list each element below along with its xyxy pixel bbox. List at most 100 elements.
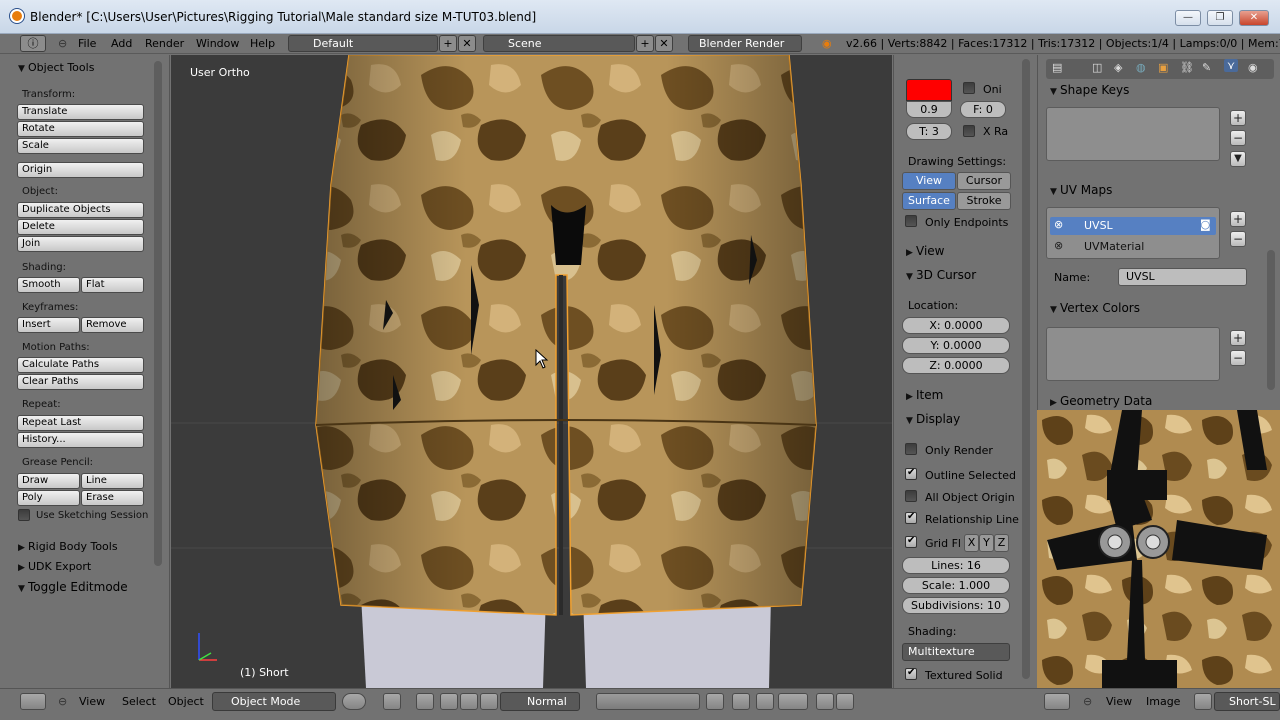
menu-view[interactable]: View (79, 695, 105, 708)
grid-y-toggle[interactable]: Y (979, 534, 994, 552)
scene-tab-icon[interactable]: ◈ (1114, 61, 1122, 74)
xray-checkbox[interactable] (963, 125, 975, 137)
modifiers-tab-icon[interactable]: ✎ (1202, 61, 1211, 74)
menu-window[interactable]: Window (196, 37, 239, 50)
camera-render-icon[interactable]: ◙ (1200, 218, 1211, 231)
only-render-checkbox[interactable] (905, 443, 917, 455)
relationship-line-checkbox[interactable] (905, 511, 917, 524)
sidebar-scrollbar[interactable] (1022, 59, 1030, 679)
add-layout-button[interactable]: + (439, 35, 457, 52)
origin-button[interactable]: Origin (17, 162, 144, 178)
history-button[interactable]: History... (17, 432, 144, 448)
uv-image-editor[interactable] (1037, 410, 1280, 688)
image-name-field[interactable]: Short-SL (1214, 692, 1280, 711)
draw-surface-button[interactable]: Surface (902, 192, 956, 210)
remove-vertex-color-button[interactable]: − (1230, 350, 1246, 366)
properties-scrollbar[interactable] (1267, 250, 1275, 390)
add-uv-map-button[interactable]: + (1230, 211, 1246, 227)
vertex-colors-header[interactable]: ▼ Vertex Colors (1050, 301, 1140, 315)
cursor-x-field[interactable]: X: 0.0000 (902, 317, 1010, 334)
uv-map-item-selected[interactable]: ⊗ UVSL ◙ (1050, 217, 1216, 235)
draw-button[interactable]: Draw (17, 473, 80, 489)
translate-button[interactable]: Translate (17, 104, 144, 120)
viewport-shading-icon[interactable] (342, 693, 366, 710)
menu-render[interactable]: Render (145, 37, 184, 50)
duplicate-objects-button[interactable]: Duplicate Objects (17, 202, 144, 218)
uv-maps-list[interactable]: ⊗ UVSL ◙ ⊗ UVMaterial (1046, 207, 1220, 259)
grid-scale-field[interactable]: Scale: 1.000 (902, 577, 1010, 594)
editor-type-icon[interactable] (20, 693, 46, 710)
shading-mode-select[interactable]: Multitexture (902, 643, 1010, 661)
interaction-mode-select[interactable]: Object Mode (212, 692, 336, 711)
scale-button[interactable]: Scale (17, 138, 144, 154)
uv-map-item[interactable]: ⊗ UVMaterial (1050, 238, 1216, 256)
clear-paths-button[interactable]: Clear Paths (17, 374, 144, 390)
rotate-button[interactable]: Rotate (17, 121, 144, 137)
repeat-last-button[interactable]: Repeat Last (17, 415, 144, 431)
draw-view-button[interactable]: View (902, 172, 956, 190)
remove-shape-key-button[interactable]: − (1230, 130, 1246, 146)
data-tab-icon[interactable]: ⋎ (1224, 59, 1239, 72)
udk-export-header[interactable]: ▶ UDK Export (18, 560, 91, 573)
manipulator-toggle-icon[interactable] (416, 693, 434, 710)
render-engine-select[interactable]: Blender Render (688, 35, 802, 52)
menu-file[interactable]: File (78, 37, 96, 50)
rotate-manipulator-icon[interactable] (460, 693, 478, 710)
menu-image-view[interactable]: View (1106, 695, 1132, 708)
add-vertex-color-button[interactable]: + (1230, 330, 1246, 346)
uv-maps-header[interactable]: ▼ UV Maps (1050, 183, 1112, 197)
menu-add[interactable]: Add (111, 37, 132, 50)
line-button[interactable]: Line (81, 473, 144, 489)
proportional-edit-icon[interactable] (732, 693, 750, 710)
alpha-field[interactable]: 0.9 (906, 101, 952, 118)
item-panel-header[interactable]: ▶ Item (906, 388, 943, 402)
grid-x-toggle[interactable]: X (964, 534, 979, 552)
calculate-paths-button[interactable]: Calculate Paths (17, 357, 144, 373)
remove-uv-map-button[interactable]: − (1230, 231, 1246, 247)
image-editor-type-icon[interactable] (1044, 693, 1070, 710)
shape-keys-list[interactable] (1046, 107, 1220, 161)
textured-solid-checkbox[interactable] (905, 667, 917, 680)
material-tab-icon[interactable]: ◉ (1248, 61, 1258, 74)
3d-cursor-header[interactable]: ▼ 3D Cursor (906, 268, 976, 282)
delete-button[interactable]: Delete (17, 219, 144, 235)
grid-subdivisions-field[interactable]: Subdivisions: 10 (902, 597, 1010, 614)
grid-lines-field[interactable]: Lines: 16 (902, 557, 1010, 574)
opengl-render-icon[interactable] (816, 693, 834, 710)
menu-object[interactable]: Object (168, 695, 204, 708)
remove-layout-button[interactable]: ✕ (458, 35, 476, 52)
cursor-y-field[interactable]: Y: 0.0000 (902, 337, 1010, 354)
constraints-tab-icon[interactable]: ⛓ (1180, 61, 1194, 74)
shape-key-menu-button[interactable]: ▼ (1230, 151, 1246, 167)
grease-color-swatch[interactable] (906, 79, 952, 101)
grid-z-toggle[interactable]: Z (994, 534, 1009, 552)
thickness-field[interactable]: T: 3 (906, 123, 952, 140)
editor-type-icon[interactable]: ⓘ (20, 35, 46, 52)
collapse-icon[interactable]: ⊖ (58, 695, 67, 708)
remove-keyframe-button[interactable]: Remove (81, 317, 144, 333)
layers-grid[interactable] (596, 693, 700, 710)
cursor-z-field[interactable]: Z: 0.0000 (902, 357, 1010, 374)
insert-keyframe-button[interactable]: Insert (17, 317, 80, 333)
object-tools-header[interactable]: ▼ Object Tools (18, 61, 94, 74)
add-shape-key-button[interactable]: + (1230, 110, 1246, 126)
onion-checkbox[interactable] (963, 82, 975, 94)
view-panel-header[interactable]: ▶ View (906, 244, 944, 258)
collapse-icon[interactable]: ⊖ (1083, 695, 1092, 708)
only-endpoints-checkbox[interactable] (905, 215, 917, 227)
outline-selected-checkbox[interactable] (905, 467, 917, 480)
close-button[interactable]: ✕ (1239, 10, 1269, 26)
all-object-origin-checkbox[interactable] (905, 490, 917, 502)
render-tab-icon[interactable]: ◫ (1092, 61, 1102, 74)
remove-scene-button[interactable]: ✕ (655, 35, 673, 52)
vertex-colors-list[interactable] (1046, 327, 1220, 381)
minimize-button[interactable]: — (1175, 10, 1201, 26)
screen-layout-select[interactable]: Default (288, 35, 438, 52)
toggle-editmode-header[interactable]: ▼ Toggle Editmode (18, 580, 128, 594)
pivot-point-icon[interactable] (383, 693, 401, 710)
frame-field[interactable]: F: 0 (960, 101, 1006, 118)
menu-image[interactable]: Image (1146, 695, 1180, 708)
shape-keys-header[interactable]: ▼ Shape Keys (1050, 83, 1129, 97)
add-scene-button[interactable]: + (636, 35, 654, 52)
object-tab-icon[interactable]: ▣ (1158, 61, 1168, 74)
